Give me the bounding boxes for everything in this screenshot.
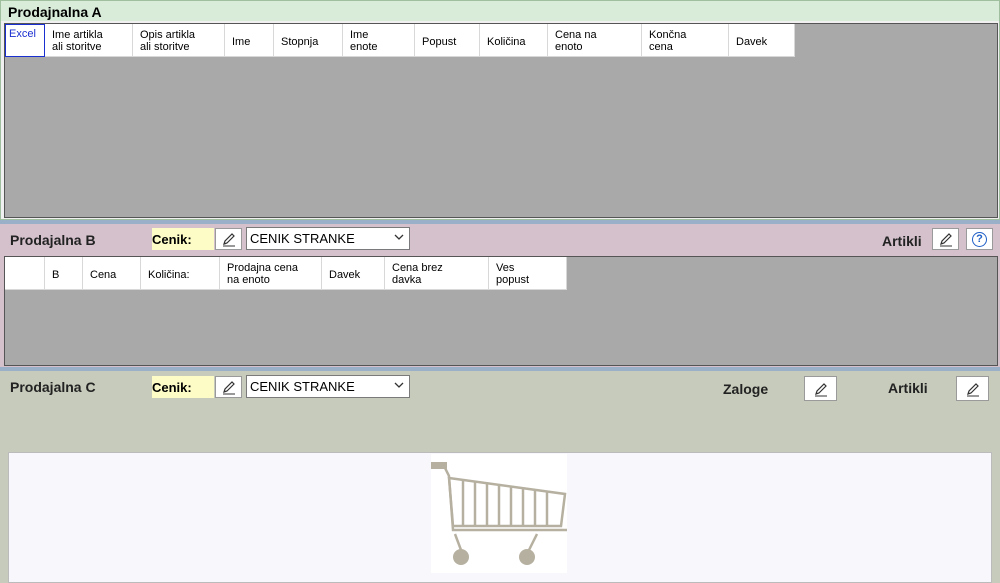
chevron-down-icon — [394, 234, 404, 240]
cenik-select-b[interactable]: CENIK STRANKE — [246, 227, 410, 250]
cenik-label-c: Cenik: — [152, 376, 214, 398]
cenik-select-c-value: CENIK STRANKE — [250, 379, 355, 394]
artikli-label-c: Artikli — [888, 380, 928, 396]
column-header-b-5[interactable]: Davek — [322, 257, 385, 290]
column-header-a-8[interactable]: Cena na enoto — [548, 24, 642, 57]
section-a: Prodajnalna A Excel Ime artikla ali stori… — [0, 0, 1000, 220]
section-c-title: Prodajalna C — [10, 379, 96, 395]
grid-b[interactable]: B Cena Količina: Prodajna cena na enoto Dave… — [4, 256, 998, 366]
column-header-a-7[interactable]: Količina — [480, 24, 548, 57]
shopping-cart-icon — [431, 462, 571, 565]
column-header-b-3[interactable]: Količina: — [141, 257, 220, 290]
column-header-b-6[interactable]: Cena brez davka — [385, 257, 489, 290]
zaloge-label: Zaloge — [723, 381, 769, 397]
column-header-a-10[interactable]: Davek — [729, 24, 795, 57]
shopping-cart-image[interactable] — [431, 454, 571, 573]
pencil-icon — [939, 233, 952, 247]
grid-a[interactable]: Excel Ime artikla ali storitve Opis artikl… — [4, 23, 998, 218]
artikli-label-b: Artikli — [882, 233, 922, 249]
cenik-label-b: Cenik: — [152, 228, 214, 250]
column-header-b-1[interactable]: B — [45, 257, 83, 290]
section-b: Prodajalna B Cenik: CENIK STRANKE Artikl… — [0, 224, 1000, 369]
section-a-title: Prodajnalna A — [1, 1, 999, 21]
app-window: Prodajnalna A Excel Ime artikla ali stori… — [0, 0, 1000, 583]
artikli-edit-button-c[interactable] — [956, 376, 989, 401]
column-header-a-6[interactable]: Popust — [415, 24, 480, 57]
pencil-icon — [222, 233, 235, 247]
cenik-select-c[interactable]: CENIK STRANKE — [246, 375, 410, 398]
column-header-b-0[interactable] — [5, 257, 45, 290]
column-header-a-4[interactable]: Stopnja — [274, 24, 343, 57]
section-c: Prodajalna C Cenik: CENIK STRANKE Zaloge… — [0, 371, 1000, 583]
column-header-b-4[interactable]: Prodajna cena na enoto — [220, 257, 322, 290]
zaloge-edit-button[interactable] — [804, 376, 837, 401]
column-header-a-0[interactable]: Excel — [5, 24, 45, 57]
cart-panel — [8, 452, 992, 583]
cenik-edit-button-c[interactable] — [215, 376, 242, 398]
column-header-a-9[interactable]: Končna cena — [642, 24, 729, 57]
pencil-icon — [966, 382, 979, 396]
column-header-a-5[interactable]: Ime enote — [343, 24, 415, 57]
cenik-select-b-value: CENIK STRANKE — [250, 231, 355, 246]
pencil-icon — [222, 381, 235, 395]
column-header-a-3[interactable]: Ime — [225, 24, 274, 57]
column-header-b-7[interactable]: Ves popust — [489, 257, 567, 290]
chevron-down-icon — [394, 382, 404, 388]
section-b-title: Prodajalna B — [10, 232, 96, 248]
pencil-icon — [814, 382, 827, 396]
column-header-a-2[interactable]: Opis artikla ali storitve — [133, 24, 225, 57]
help-icon: ? — [972, 231, 987, 247]
cenik-edit-button-b[interactable] — [215, 228, 242, 250]
column-header-b-2[interactable]: Cena — [83, 257, 141, 290]
artikli-edit-button-b[interactable] — [932, 228, 959, 250]
grid-b-header: B Cena Količina: Prodajna cena na enoto Dave… — [5, 257, 567, 290]
grid-a-header: Excel Ime artikla ali storitve Opis artikl… — [5, 24, 795, 57]
help-button[interactable]: ? — [966, 228, 993, 250]
column-header-a-1[interactable]: Ime artikla ali storitve — [45, 24, 133, 57]
